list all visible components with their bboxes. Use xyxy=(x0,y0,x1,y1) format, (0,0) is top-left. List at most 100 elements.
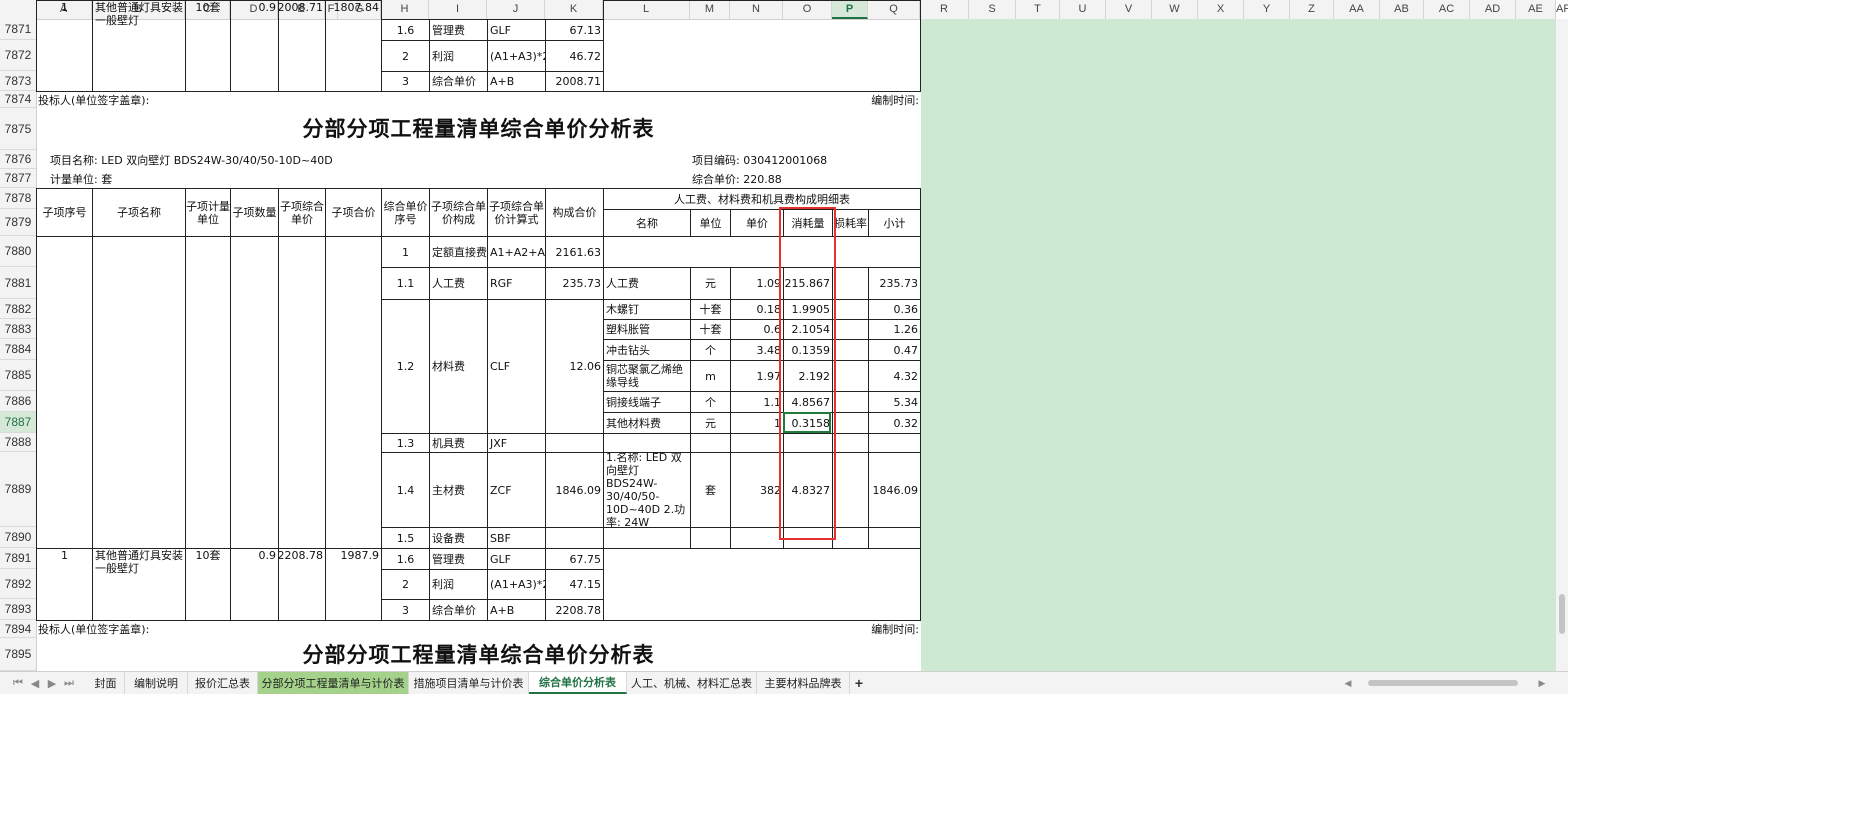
detail-loss[interactable] xyxy=(832,452,869,528)
main-name-empty[interactable] xyxy=(92,236,186,549)
detail-subtotal[interactable]: 1.26 xyxy=(868,319,921,340)
main-total[interactable]: 1987.9 xyxy=(325,548,382,621)
header-d-name[interactable]: 名称 xyxy=(603,209,691,237)
detail-consumption[interactable]: 4.8327 xyxy=(783,452,833,528)
main-row-item[interactable]: 定额直接费 xyxy=(429,236,488,268)
top-total[interactable]: 1807.84 xyxy=(325,0,382,92)
sheet-tab[interactable]: 措施项目清单与计价表 xyxy=(409,672,529,694)
bottom-bidder-label[interactable]: 投标人(单位签字盖章): xyxy=(36,620,546,639)
detail-empty[interactable] xyxy=(730,433,784,453)
main-unit-price[interactable]: 2208.78 xyxy=(278,548,326,621)
top-row-amount[interactable]: 2008.71 xyxy=(545,71,604,92)
sheet-tab[interactable]: 封面 xyxy=(87,672,125,694)
header-d-unit[interactable]: 单位 xyxy=(690,209,731,237)
main-row-item[interactable]: 材料费 xyxy=(429,299,488,434)
detail-loss[interactable] xyxy=(832,412,869,434)
main-row-formula[interactable]: (A1+A3)*20% xyxy=(487,569,546,600)
detail-name[interactable]: 木螺钉 xyxy=(603,299,691,320)
header-total[interactable]: 子项合价 xyxy=(325,188,382,237)
column-header-w[interactable]: W xyxy=(1152,0,1198,19)
detail-name[interactable]: 1.名称: LED 双向壁灯 BDS24W-30/40/50-10D~40D 2… xyxy=(603,452,691,528)
top-row-no[interactable]: 3 xyxy=(381,71,430,92)
detail-empty[interactable] xyxy=(868,433,921,453)
main-price-empty[interactable] xyxy=(278,236,326,549)
detail-empty-row[interactable] xyxy=(603,236,921,268)
main-row-no[interactable]: 3 xyxy=(381,599,430,621)
main-row-amount[interactable] xyxy=(545,433,604,453)
vertical-scroll-thumb[interactable] xyxy=(1559,594,1565,634)
sheet-tab[interactable]: 主要材料品牌表 xyxy=(757,672,850,694)
main-row-amount[interactable]: 12.06 xyxy=(545,299,604,434)
header-d-price[interactable]: 单价 xyxy=(730,209,784,237)
detail-name[interactable]: 铜接线端子 xyxy=(603,391,691,413)
main-row-amount[interactable]: 1846.09 xyxy=(545,452,604,528)
main-row-no[interactable]: 1.1 xyxy=(381,267,430,300)
top-row-item[interactable]: 综合单价 xyxy=(429,71,488,92)
column-header-y[interactable]: Y xyxy=(1244,0,1290,19)
main-row-formula[interactable]: RGF xyxy=(487,267,546,300)
main-row-item[interactable]: 综合单价 xyxy=(429,599,488,621)
detail-consumption[interactable]: 215.867 xyxy=(783,267,833,300)
main-total-empty[interactable] xyxy=(325,236,382,549)
main-row-amount[interactable]: 2208.78 xyxy=(545,599,604,621)
detail-empty-block[interactable] xyxy=(603,548,921,621)
main-row-amount[interactable]: 47.15 xyxy=(545,569,604,600)
detail-unit[interactable]: 个 xyxy=(690,339,731,361)
header-amount[interactable]: 构成合价 xyxy=(545,188,604,237)
top-unit[interactable]: 10套 xyxy=(185,0,231,92)
detail-subtotal[interactable]: 0.32 xyxy=(868,412,921,434)
main-seq-empty[interactable] xyxy=(36,236,93,549)
header-d-subtotal[interactable]: 小计 xyxy=(868,209,921,237)
detail-loss[interactable] xyxy=(832,360,869,392)
top-row-formula[interactable]: (A1+A3)*20% xyxy=(487,40,546,72)
detail-price[interactable]: 3.48 xyxy=(730,339,784,361)
detail-name[interactable]: 冲击钻头 xyxy=(603,339,691,361)
detail-empty[interactable] xyxy=(832,527,869,549)
detail-consumption[interactable]: 4.8567 xyxy=(783,391,833,413)
top-row-amount[interactable]: 46.72 xyxy=(545,40,604,72)
detail-subtotal[interactable]: 0.47 xyxy=(868,339,921,361)
detail-price[interactable]: 382 xyxy=(730,452,784,528)
header-seq[interactable]: 子项序号 xyxy=(36,188,93,237)
top-row-amount[interactable]: 67.13 xyxy=(545,19,604,41)
top-row-item[interactable]: 管理费 xyxy=(429,19,488,41)
main-row-formula[interactable]: A+B xyxy=(487,599,546,621)
header-price-no[interactable]: 综合单价序号 xyxy=(381,188,430,237)
header-composition[interactable]: 子项综合单价构成 xyxy=(429,188,488,237)
main-row-formula[interactable]: JXF xyxy=(487,433,546,453)
detail-unit[interactable]: 套 xyxy=(690,452,731,528)
main-row-amount[interactable]: 235.73 xyxy=(545,267,604,300)
next-sheet-icon[interactable]: ▶ xyxy=(44,675,60,691)
main-row-no[interactable]: 1.6 xyxy=(381,548,430,570)
top-name[interactable]: 其他普通灯具安装一般壁灯 xyxy=(92,0,186,92)
sheet-tab[interactable]: 综合单价分析表 xyxy=(529,672,627,694)
detail-subtotal[interactable]: 1846.09 xyxy=(868,452,921,528)
main-qty-empty[interactable] xyxy=(230,236,279,549)
main-seq[interactable]: 1 xyxy=(36,548,93,621)
last-sheet-icon[interactable]: ⏭ xyxy=(61,675,77,691)
detail-unit[interactable]: m xyxy=(690,360,731,392)
column-header-ac[interactable]: AC xyxy=(1424,0,1470,19)
header-unit[interactable]: 子项计量单位 xyxy=(185,188,231,237)
main-row-no[interactable]: 1.4 xyxy=(381,452,430,528)
main-row-formula[interactable]: CLF xyxy=(487,299,546,434)
sheet-tab[interactable]: 报价汇总表 xyxy=(188,672,258,694)
detail-subtotal[interactable]: 5.34 xyxy=(868,391,921,413)
top-seq[interactable]: 1 xyxy=(36,0,93,92)
column-header-s[interactable]: S xyxy=(969,0,1016,19)
header-name[interactable]: 子项名称 xyxy=(92,188,186,237)
detail-empty[interactable] xyxy=(730,527,784,549)
main-row-no[interactable]: 1.2 xyxy=(381,299,430,434)
main-unit-empty[interactable] xyxy=(185,236,231,549)
column-header-r[interactable]: R xyxy=(920,0,969,19)
main-row-no[interactable]: 1.3 xyxy=(381,433,430,453)
column-header-v[interactable]: V xyxy=(1106,0,1152,19)
main-row-item[interactable]: 主材费 xyxy=(429,452,488,528)
project-name[interactable]: 项目名称: LED 双向壁灯 BDS24W-30/40/50-10D~40D xyxy=(48,150,691,170)
main-row-item[interactable]: 机具费 xyxy=(429,433,488,453)
table-title[interactable]: 分部分项工程量清单综合单价分析表 xyxy=(36,108,921,151)
header-unit-price[interactable]: 子项综合单价 xyxy=(278,188,326,237)
main-row-formula[interactable]: A1+A2+A3+A4+A5+A6 xyxy=(487,236,546,268)
column-header-af[interactable]: AF xyxy=(1556,0,1568,19)
column-header-ae[interactable]: AE xyxy=(1516,0,1556,19)
